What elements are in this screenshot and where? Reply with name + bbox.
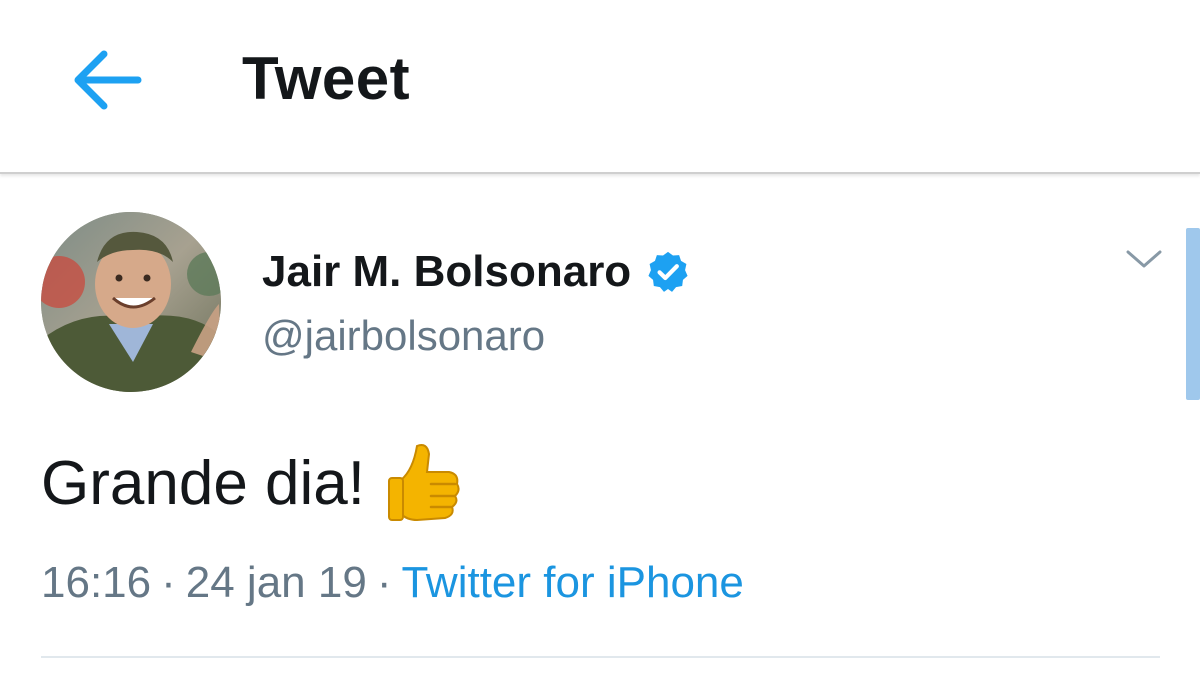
tweet-body: Grande dia! bbox=[41, 440, 467, 526]
tweet-metadata: 16:16 · 24 jan 19 · Twitter for iPhone bbox=[41, 558, 744, 608]
page-title: Tweet bbox=[242, 45, 411, 112]
meta-separator: · bbox=[161, 558, 176, 607]
tweet-time: 16:16 bbox=[41, 558, 152, 607]
display-name[interactable]: Jair M. Bolsonaro bbox=[262, 247, 631, 297]
meta-separator: · bbox=[376, 558, 392, 607]
tweet-source-link[interactable]: Twitter for iPhone bbox=[401, 558, 743, 607]
tweet-text: Grande dia! bbox=[41, 448, 365, 518]
avatar-photo bbox=[41, 212, 221, 392]
username-handle[interactable]: @jairbolsonaro bbox=[262, 312, 545, 360]
tweet-date: 24 jan 19 bbox=[185, 558, 367, 607]
verified-badge-icon bbox=[648, 251, 688, 292]
thumbs-up-icon bbox=[388, 444, 460, 522]
scrollbar-thumb[interactable] bbox=[1186, 228, 1200, 400]
author-name-row[interactable]: Jair M. Bolsonaro bbox=[262, 242, 691, 302]
divider bbox=[41, 656, 1160, 658]
avatar[interactable] bbox=[41, 212, 221, 392]
arrow-left-icon bbox=[74, 50, 142, 110]
tweet-screen: Tweet Jair M. Bolsonaro @jairbolsonaro G… bbox=[0, 0, 1200, 693]
chevron-down-icon[interactable] bbox=[1122, 244, 1166, 276]
top-app-bar: Tweet bbox=[0, 0, 1200, 174]
back-button[interactable] bbox=[66, 40, 146, 120]
